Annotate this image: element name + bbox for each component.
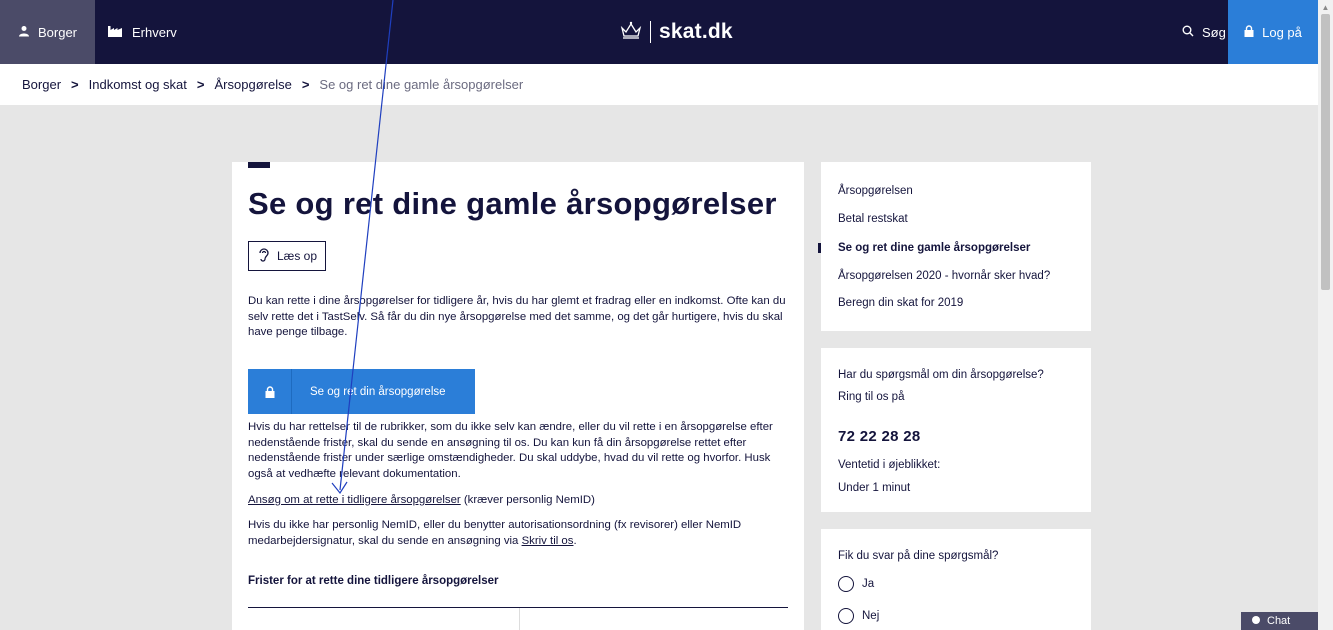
factory-icon <box>108 25 122 40</box>
body-text: Hvis du har rettelser til de rubrikker, … <box>248 421 773 480</box>
login-button[interactable]: Log på <box>1228 0 1318 64</box>
apply-note: (kræver personlig NemID) <box>460 494 595 506</box>
active-nav-marker <box>818 243 821 253</box>
sidebar-item-se-og-ret[interactable]: Se og ret dine gamle årsopgørelser <box>838 242 1030 254</box>
feedback-box: Fik du svar på dine spørgsmål? Ja Nej <box>821 529 1091 630</box>
tab-erhverv-label: Erhverv <box>132 24 177 40</box>
logo-divider <box>650 21 651 43</box>
chat-button[interactable]: Chat <box>1241 612 1318 630</box>
wait-value: Under 1 minut <box>838 482 911 494</box>
tab-borger[interactable]: Borger <box>0 0 95 64</box>
lock-icon <box>248 369 292 414</box>
feedback-option-label: Ja <box>862 578 875 590</box>
nemid-paragraph: Hvis du ikke har personlig NemID, eller … <box>248 518 788 549</box>
page-scrollbar[interactable]: ▲ <box>1318 0 1333 630</box>
title-accent-bar <box>248 162 270 168</box>
read-aloud-button[interactable]: Læs op <box>248 241 326 271</box>
chat-icon <box>1251 615 1261 628</box>
contact-box: Har du spørgsmål om din årsopgørelse? Ri… <box>821 348 1091 512</box>
see-and-edit-label: Se og ret din årsopgørelse <box>310 385 446 398</box>
breadcrumb-current: Se og ret dine gamle årsopgørelser <box>319 77 524 92</box>
feedback-option-label: Nej <box>862 610 880 622</box>
chat-label: Chat <box>1267 615 1291 627</box>
login-label: Log på <box>1262 24 1302 40</box>
breadcrumb-item-borger[interactable]: Borger <box>22 77 61 92</box>
wait-label: Ventetid i øjeblikket: <box>838 459 941 471</box>
sidebar-item-arsopgorelsen-2020[interactable]: Årsopgørelsen 2020 - hvornår sker hvad? <box>838 270 1050 282</box>
breadcrumb-item-arsopgorelse[interactable]: Årsopgørelse <box>215 77 292 92</box>
feedback-option-ja[interactable]: Ja <box>838 576 874 592</box>
main-content-card: Se og ret dine gamle årsopgørelser Læs o… <box>232 162 804 630</box>
apply-paragraph: Ansøg om at rette i tidligere årsopgørel… <box>248 493 788 509</box>
write-to-us-link[interactable]: Skriv til os <box>522 535 574 547</box>
tab-erhverv[interactable]: Erhverv <box>108 0 177 64</box>
feedback-option-nej[interactable]: Nej <box>838 608 879 624</box>
page-title: Se og ret dine gamle årsopgørelser <box>248 186 777 221</box>
feedback-question: Fik du svar på dine spørgsmål? <box>838 550 999 562</box>
ear-icon <box>257 247 271 265</box>
tab-borger-label: Borger <box>37 24 78 40</box>
search-icon <box>1182 25 1194 40</box>
see-and-edit-button[interactable]: Se og ret din årsopgørelse <box>248 369 475 414</box>
lock-icon <box>1244 24 1254 40</box>
scroll-up-arrow-icon[interactable]: ▲ <box>1318 0 1333 14</box>
deadlines-heading: Frister for at rette dine tidligere årso… <box>248 575 499 587</box>
contact-call: Ring til os på <box>838 391 905 403</box>
radio-button[interactable] <box>838 576 854 592</box>
sidebar-item-beregn-skat[interactable]: Beregn din skat for 2019 <box>838 297 963 309</box>
search-label: Søg <box>1202 24 1226 40</box>
scrollbar-thumb[interactable] <box>1321 14 1330 290</box>
sidebar-item-betal-restskat[interactable]: Betal restskat <box>838 213 908 225</box>
crown-icon <box>620 21 642 44</box>
logo-text: skat.dk <box>659 20 733 43</box>
deadlines-table-divider <box>519 608 520 630</box>
nemid-text: Hvis du ikke har personlig NemID, eller … <box>248 519 742 547</box>
nemid-suffix: . <box>573 534 577 547</box>
breadcrumb-separator: > <box>196 77 205 92</box>
intro-text: Du kan rette i dine årsopgørelser for ti… <box>248 295 786 338</box>
sidebar-item-arsopgorelsen[interactable]: Årsopgørelsen <box>838 185 913 197</box>
breadcrumb-separator: > <box>301 77 310 92</box>
deadlines-table-border <box>248 607 788 608</box>
breadcrumb: Borger > Indkomst og skat > Årsopgørelse… <box>0 64 1318 105</box>
contact-phone[interactable]: 72 22 28 28 <box>838 428 921 445</box>
breadcrumb-separator: > <box>71 77 79 92</box>
search-button[interactable]: Søg <box>1182 0 1226 64</box>
top-navigation-bar: Borger Erhverv skat.dk Søg Log på <box>0 0 1318 64</box>
breadcrumb-item-indkomst[interactable]: Indkomst og skat <box>89 77 187 92</box>
skat-logo[interactable]: skat.dk <box>620 0 733 64</box>
radio-button[interactable] <box>838 608 854 624</box>
contact-question: Har du spørgsmål om din årsopgørelse? <box>838 369 1044 381</box>
sidebar-nav: Årsopgørelsen Betal restskat Se og ret d… <box>818 162 1091 331</box>
read-aloud-label: Læs op <box>277 249 318 263</box>
person-icon <box>18 25 30 40</box>
apply-link[interactable]: Ansøg om at rette i tidligere årsopgørel… <box>248 494 461 506</box>
